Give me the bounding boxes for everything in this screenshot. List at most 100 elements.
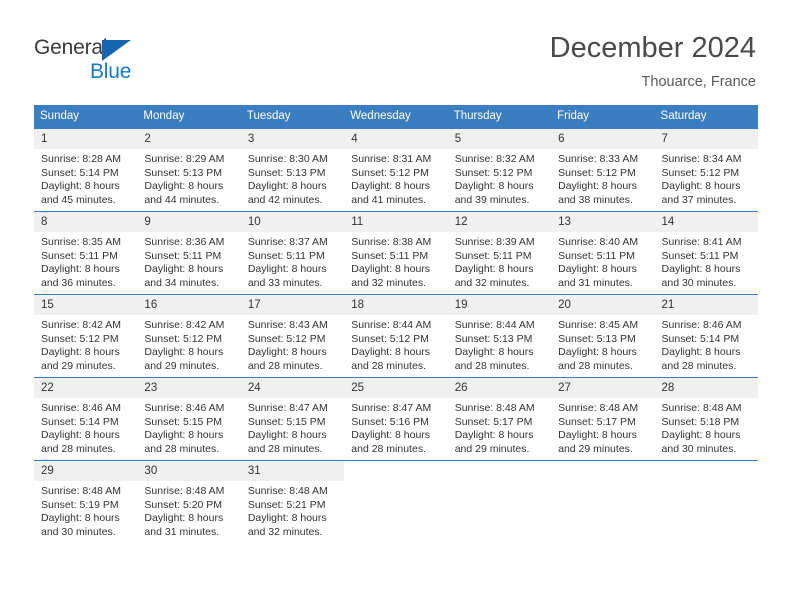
day-number: 22 [34, 378, 138, 398]
day-cell[interactable]: 7 Sunrise: 8:34 AM Sunset: 5:12 PM Dayli… [654, 128, 758, 212]
day-cell[interactable]: 29 Sunrise: 8:48 AM Sunset: 5:19 PM Dayl… [34, 460, 138, 543]
day-cell[interactable]: 27 Sunrise: 8:48 AM Sunset: 5:17 PM Dayl… [551, 377, 655, 461]
day-details: Sunrise: 8:48 AM Sunset: 5:21 PM Dayligh… [241, 481, 344, 539]
day-cell[interactable]: 21 Sunrise: 8:46 AM Sunset: 5:14 PM Dayl… [654, 294, 758, 378]
day-number: 3 [240, 129, 345, 149]
daylight-text-line1: Daylight: 8 hours [454, 180, 534, 193]
location-subtitle: Thouarce, France [641, 74, 756, 90]
calendar-table: Sunday Monday Tuesday Wednesday Thursday… [34, 105, 758, 543]
day-details: Sunrise: 8:33 AM Sunset: 5:12 PM Dayligh… [551, 149, 654, 207]
week-row: 8 Sunrise: 8:35 AM Sunset: 5:11 PM Dayli… [34, 211, 758, 295]
daylight-text-line1: Daylight: 8 hours [558, 346, 637, 359]
day-cell[interactable]: 18 Sunrise: 8:44 AM Sunset: 5:12 PM Dayl… [344, 294, 448, 378]
sunrise-text: Sunrise: 8:28 AM [41, 153, 121, 165]
day-cell[interactable]: 14 Sunrise: 8:41 AM Sunset: 5:11 PM Dayl… [654, 211, 758, 295]
day-number: 7 [654, 129, 758, 149]
daylight-text-line2: and 30 minutes. [661, 276, 737, 289]
day-cell[interactable]: 4 Sunrise: 8:31 AM Sunset: 5:12 PM Dayli… [344, 128, 448, 212]
daylight-text-line2: and 45 minutes. [41, 193, 116, 206]
day-number [447, 461, 552, 481]
day-details: Sunrise: 8:38 AM Sunset: 5:11 PM Dayligh… [344, 232, 447, 290]
weekday-header-friday: Friday [551, 105, 655, 129]
day-details: Sunrise: 8:28 AM Sunset: 5:14 PM Dayligh… [34, 149, 137, 207]
sunrise-text: Sunrise: 8:40 AM [558, 236, 639, 248]
sunset-text: Sunset: 5:12 PM [247, 332, 326, 345]
daylight-text-line1: Daylight: 8 hours [41, 512, 120, 525]
day-details: Sunrise: 8:46 AM Sunset: 5:14 PM Dayligh… [655, 315, 758, 373]
daylight-text-line1: Daylight: 8 hours [454, 429, 534, 442]
day-cell[interactable]: 31 Sunrise: 8:48 AM Sunset: 5:21 PM Dayl… [240, 460, 345, 543]
day-cell-empty [447, 460, 552, 543]
day-cell[interactable]: 8 Sunrise: 8:35 AM Sunset: 5:11 PM Dayli… [34, 211, 138, 295]
day-cell[interactable]: 13 Sunrise: 8:40 AM Sunset: 5:11 PM Dayl… [551, 211, 655, 295]
day-cell[interactable]: 24 Sunrise: 8:47 AM Sunset: 5:15 PM Dayl… [240, 377, 345, 461]
day-cell[interactable]: 28 Sunrise: 8:48 AM Sunset: 5:18 PM Dayl… [654, 377, 758, 461]
week-row: 15 Sunrise: 8:42 AM Sunset: 5:12 PM Dayl… [34, 294, 758, 378]
daylight-text-line2: and 28 minutes. [41, 442, 116, 455]
daylight-text-line2: and 44 minutes. [144, 193, 220, 206]
daylight-text-line2: and 28 minutes. [247, 359, 323, 372]
day-cell-empty [654, 460, 758, 543]
sunrise-text: Sunrise: 8:33 AM [558, 153, 639, 165]
day-cell[interactable]: 17 Sunrise: 8:43 AM Sunset: 5:12 PM Dayl… [240, 294, 345, 378]
day-cell[interactable]: 26 Sunrise: 8:48 AM Sunset: 5:17 PM Dayl… [447, 377, 552, 461]
day-cell[interactable]: 20 Sunrise: 8:45 AM Sunset: 5:13 PM Dayl… [551, 294, 655, 378]
day-cell[interactable]: 19 Sunrise: 8:44 AM Sunset: 5:13 PM Dayl… [447, 294, 552, 378]
day-cell[interactable]: 3 Sunrise: 8:30 AM Sunset: 5:13 PM Dayli… [240, 128, 345, 212]
day-details: Sunrise: 8:34 AM Sunset: 5:12 PM Dayligh… [655, 149, 758, 207]
sunset-text: Sunset: 5:14 PM [661, 332, 740, 345]
daylight-text-line1: Daylight: 8 hours [661, 263, 741, 276]
day-cell[interactable]: 9 Sunrise: 8:36 AM Sunset: 5:11 PM Dayli… [137, 211, 241, 295]
day-cell[interactable]: 15 Sunrise: 8:42 AM Sunset: 5:12 PM Dayl… [34, 294, 138, 378]
weekday-header-wednesday: Wednesday [344, 105, 448, 129]
day-cell[interactable]: 30 Sunrise: 8:48 AM Sunset: 5:20 PM Dayl… [137, 460, 241, 543]
sunrise-text: Sunrise: 8:38 AM [351, 236, 432, 248]
sunset-text: Sunset: 5:12 PM [558, 166, 636, 179]
sunrise-text: Sunrise: 8:44 AM [454, 319, 535, 331]
day-cell[interactable]: 12 Sunrise: 8:39 AM Sunset: 5:11 PM Dayl… [447, 211, 552, 295]
daylight-text-line2: and 38 minutes. [558, 193, 633, 206]
sunrise-text: Sunrise: 8:48 AM [558, 402, 639, 414]
daylight-text-line2: and 28 minutes. [351, 359, 426, 372]
sunrise-text: Sunrise: 8:48 AM [454, 402, 535, 414]
weekday-header-sunday: Sunday [34, 105, 138, 129]
day-cell[interactable]: 1 Sunrise: 8:28 AM Sunset: 5:14 PM Dayli… [34, 128, 138, 212]
daylight-text-line2: and 34 minutes. [144, 276, 220, 289]
daylight-text-line1: Daylight: 8 hours [558, 429, 637, 442]
day-cell[interactable]: 5 Sunrise: 8:32 AM Sunset: 5:12 PM Dayli… [447, 128, 552, 212]
day-number: 17 [240, 295, 345, 315]
sunrise-text: Sunrise: 8:48 AM [661, 402, 742, 414]
day-details: Sunrise: 8:30 AM Sunset: 5:13 PM Dayligh… [241, 149, 344, 207]
logo-text-general: General [34, 36, 108, 59]
sunrise-text: Sunrise: 8:30 AM [247, 153, 328, 165]
daylight-text-line2: and 41 minutes. [351, 193, 426, 206]
day-details: Sunrise: 8:35 AM Sunset: 5:11 PM Dayligh… [34, 232, 137, 290]
sunrise-text: Sunrise: 8:42 AM [41, 319, 121, 331]
sunset-text: Sunset: 5:21 PM [247, 498, 326, 511]
day-number: 12 [447, 212, 552, 232]
daylight-text-line1: Daylight: 8 hours [558, 180, 637, 193]
daylight-text-line2: and 28 minutes. [247, 442, 323, 455]
daylight-text-line1: Daylight: 8 hours [41, 429, 120, 442]
day-details: Sunrise: 8:48 AM Sunset: 5:17 PM Dayligh… [551, 398, 654, 456]
sunrise-text: Sunrise: 8:48 AM [41, 485, 121, 497]
day-details: Sunrise: 8:43 AM Sunset: 5:12 PM Dayligh… [241, 315, 344, 373]
day-cell[interactable]: 16 Sunrise: 8:42 AM Sunset: 5:12 PM Dayl… [137, 294, 241, 378]
sunset-text: Sunset: 5:12 PM [351, 332, 429, 345]
sunrise-text: Sunrise: 8:44 AM [351, 319, 432, 331]
day-cell[interactable]: 25 Sunrise: 8:47 AM Sunset: 5:16 PM Dayl… [344, 377, 448, 461]
day-details: Sunrise: 8:42 AM Sunset: 5:12 PM Dayligh… [137, 315, 240, 373]
day-cell[interactable]: 10 Sunrise: 8:37 AM Sunset: 5:11 PM Dayl… [240, 211, 345, 295]
day-cell[interactable]: 2 Sunrise: 8:29 AM Sunset: 5:13 PM Dayli… [137, 128, 241, 212]
sunset-text: Sunset: 5:11 PM [351, 249, 429, 262]
daylight-text-line2: and 28 minutes. [454, 359, 530, 372]
day-cell[interactable]: 6 Sunrise: 8:33 AM Sunset: 5:12 PM Dayli… [551, 128, 655, 212]
day-number: 15 [34, 295, 138, 315]
day-cell-empty [344, 460, 448, 543]
sunset-text: Sunset: 5:11 PM [454, 249, 532, 262]
day-cell[interactable]: 22 Sunrise: 8:46 AM Sunset: 5:14 PM Dayl… [34, 377, 138, 461]
day-cell[interactable]: 23 Sunrise: 8:46 AM Sunset: 5:15 PM Dayl… [137, 377, 241, 461]
day-cell[interactable]: 11 Sunrise: 8:38 AM Sunset: 5:11 PM Dayl… [344, 211, 448, 295]
day-details: Sunrise: 8:47 AM Sunset: 5:15 PM Dayligh… [241, 398, 344, 456]
logo-text-blue: Blue [90, 60, 132, 83]
